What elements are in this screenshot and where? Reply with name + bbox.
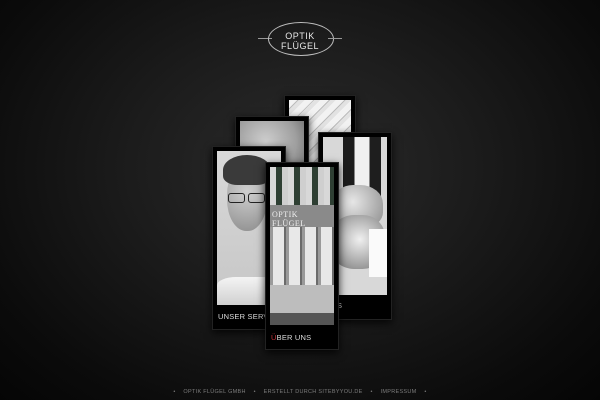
storefront-photo: OPTIK FLÜGEL: [270, 167, 334, 325]
footer-link-credit[interactable]: ERSTELLT DURCH SITEBYYOU.DE: [264, 389, 363, 395]
footer-link-company[interactable]: OPTIK FLÜGEL GMBH: [183, 389, 245, 395]
logo-text: OPTIK FLÜGEL: [280, 31, 319, 51]
footer-link-impressum[interactable]: IMPRESSUM: [381, 389, 417, 395]
shop-windows: [270, 227, 334, 285]
store-sign-text: OPTIK FLÜGEL: [272, 210, 306, 228]
gallery-card-ueber-uns[interactable]: OPTIK FLÜGEL ÜBER UNS: [265, 162, 339, 350]
building-facade: [270, 167, 334, 209]
hair-shape: [223, 155, 271, 185]
card-label-ueber-uns[interactable]: ÜBER UNS: [271, 333, 311, 342]
glasses-icon: [227, 193, 269, 203]
footer-separator: •: [370, 389, 373, 395]
footer: • OPTIK FLÜGEL GMBH • ERSTELLT DURCH SIT…: [0, 389, 600, 395]
footer-separator: •: [424, 389, 427, 395]
label-rest: BER UNS: [276, 333, 312, 342]
logo[interactable]: OPTIK FLÜGEL: [258, 22, 342, 56]
sleeve-shape: [369, 229, 387, 277]
footer-separator: •: [253, 389, 256, 395]
sidewalk: [270, 313, 334, 325]
footer-separator: •: [173, 389, 176, 395]
